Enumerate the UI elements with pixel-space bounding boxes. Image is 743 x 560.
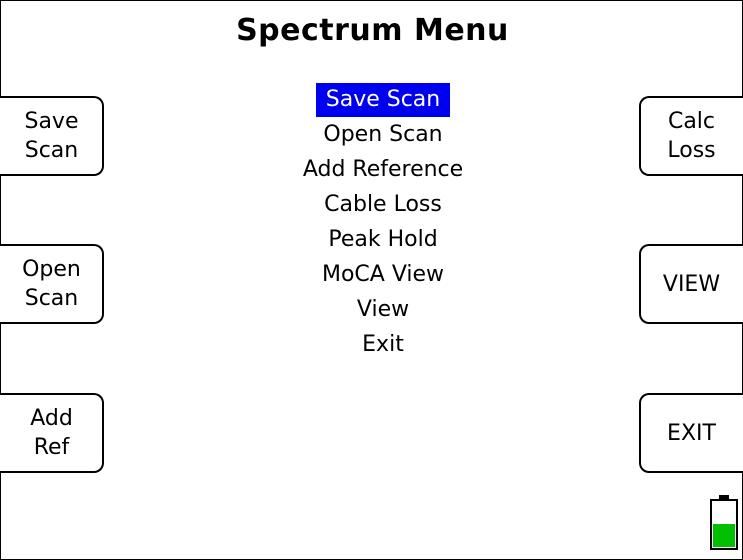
add-ref-softkey[interactable]: Add Ref <box>0 393 104 473</box>
menu-item-label: Exit <box>362 332 404 357</box>
battery-icon <box>710 495 738 550</box>
menu-item-open-scan[interactable]: Open Scan <box>233 118 533 153</box>
spectrum-menu-list: Save Scan Open Scan Add Reference Cable … <box>233 83 533 363</box>
view-softkey[interactable]: VIEW <box>639 244 743 324</box>
softkey-label: Open Scan <box>22 257 81 311</box>
menu-item-label: View <box>356 297 410 322</box>
menu-item-peak-hold[interactable]: Peak Hold <box>233 223 533 258</box>
open-scan-softkey[interactable]: Open Scan <box>0 244 104 324</box>
menu-item-label: Peak Hold <box>328 227 438 252</box>
exit-softkey[interactable]: EXIT <box>639 393 743 473</box>
softkey-label: Save Scan <box>24 109 79 163</box>
device-screen: Spectrum Menu Save Scan Open Scan Add Re… <box>0 0 743 560</box>
menu-item-label: Save Scan <box>315 83 451 117</box>
save-scan-softkey[interactable]: Save Scan <box>0 96 104 176</box>
softkey-label: VIEW <box>662 271 721 297</box>
menu-item-label: Add Reference <box>302 157 464 182</box>
menu-item-label: MoCA View <box>321 262 445 287</box>
softkey-label: EXIT <box>667 420 716 446</box>
menu-item-label: Cable Loss <box>324 192 442 217</box>
page-title: Spectrum Menu <box>236 13 509 48</box>
menu-item-view[interactable]: View <box>233 293 533 328</box>
softkey-label: Add Ref <box>30 406 73 460</box>
calc-loss-softkey[interactable]: Calc Loss <box>639 96 743 176</box>
softkey-label: Calc Loss <box>667 109 716 163</box>
menu-item-exit[interactable]: Exit <box>233 328 533 363</box>
menu-item-save-scan[interactable]: Save Scan <box>233 83 533 118</box>
menu-item-add-reference[interactable]: Add Reference <box>233 153 533 188</box>
menu-item-label: Open Scan <box>323 122 443 147</box>
menu-item-moca-view[interactable]: MoCA View <box>233 258 533 293</box>
menu-item-cable-loss[interactable]: Cable Loss <box>233 188 533 223</box>
